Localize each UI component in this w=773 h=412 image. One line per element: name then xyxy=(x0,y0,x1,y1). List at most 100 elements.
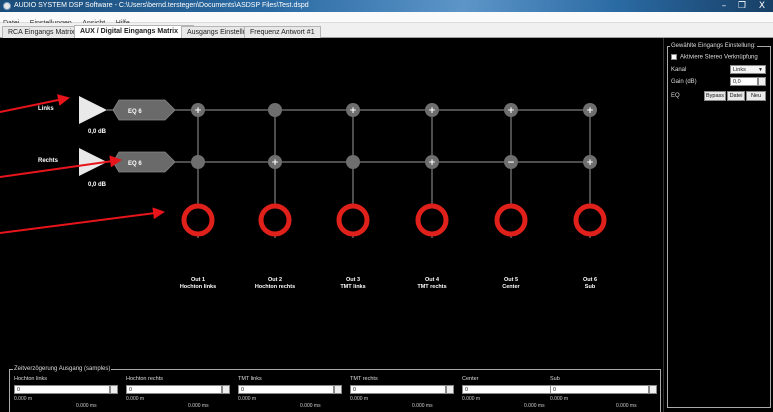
stereo-link-checkbox[interactable] xyxy=(671,54,677,60)
output-number: Out 5 xyxy=(503,277,519,283)
gain-label-rechts: 0,0 dB xyxy=(88,182,107,188)
delay-name: Hochton links xyxy=(14,376,48,382)
delay-name: Sub xyxy=(550,376,560,382)
matrix-node-sign: + xyxy=(428,106,436,116)
delay-hochton-links: Hochton links 0 0.000 m 0.000 ms xyxy=(14,376,119,412)
amp-triangle-rechts[interactable] xyxy=(79,148,107,176)
delay-spinner[interactable] xyxy=(222,385,230,394)
delay-ms: 0.000 ms xyxy=(188,403,209,409)
kanal-select[interactable]: Links ▼ xyxy=(730,65,766,74)
close-button[interactable]: X xyxy=(751,0,773,12)
output-ring-1[interactable] xyxy=(181,203,215,237)
matrix-node-sign: + xyxy=(586,158,594,168)
delay-tmt-links: TMT links 0 0.000 m 0.000 ms xyxy=(238,376,343,412)
output-ring-5[interactable] xyxy=(494,203,528,237)
delay-name: Hochton rechts xyxy=(126,376,163,382)
matrix-node-rechts-out3[interactable] xyxy=(346,155,360,169)
input-settings-panel: Gewählte Eingangs Einstellung: Aktiviere… xyxy=(663,38,773,412)
matrix-node-sign: + xyxy=(428,158,436,168)
eq-block-rechts[interactable] xyxy=(112,151,176,173)
delay-spinner[interactable] xyxy=(649,385,657,394)
output-number: Out 3 xyxy=(345,277,361,283)
minimize-button[interactable]: – xyxy=(715,0,733,12)
matrix-node-rechts-out1[interactable] xyxy=(191,155,205,169)
delay-name: TMT rechts xyxy=(350,376,378,382)
maximize-button[interactable]: ❐ xyxy=(733,0,751,12)
output-label-1: Out 1 Hochton links xyxy=(168,277,228,291)
delay-input[interactable]: 0 xyxy=(550,385,649,394)
delay-ms: 0.000 ms xyxy=(300,403,321,409)
output-label-4: Out 4 TMT rechts xyxy=(402,277,462,291)
delay-ms: 0.000 ms xyxy=(412,403,433,409)
delay-input[interactable]: 0 xyxy=(238,385,334,394)
matrix-node-sign: + xyxy=(586,106,594,116)
amp-triangle-links[interactable] xyxy=(79,96,107,124)
tab-frequenz-antwort[interactable]: Frequenz Antwort #1 xyxy=(244,26,321,38)
eq-block-links[interactable] xyxy=(112,99,176,121)
matrix-svg: EQ 6 EQ 6 + + + + + + + − + xyxy=(79,96,607,238)
delay-hochton-rechts: Hochton rechts 0 0.000 m 0.000 ms xyxy=(126,376,231,412)
output-delay-group: Zeitverzögerung Ausgang (samples) Hochto… xyxy=(9,366,661,412)
tab-label: RCA Eingangs Matrix xyxy=(8,29,75,36)
delay-input[interactable]: 0 xyxy=(462,385,558,394)
output-ring-4[interactable] xyxy=(415,203,449,237)
delay-ms: 0.000 ms xyxy=(76,403,97,409)
output-number: Out 2 xyxy=(267,277,283,283)
matrix-node-links-out2[interactable] xyxy=(268,103,282,117)
stereo-link-label: Aktiviere Stereo Verknüpfung xyxy=(680,54,758,61)
matrix-node-sign: + xyxy=(194,106,202,116)
output-label-5: Out 5 Center xyxy=(481,277,541,291)
matrix-node-sign: − xyxy=(507,158,515,168)
output-number: Out 1 xyxy=(190,277,206,283)
delay-title: Zeitverzögerung Ausgang (samples) xyxy=(13,366,112,372)
tab-rca-matrix[interactable]: RCA Eingangs Matrix xyxy=(2,26,81,38)
bypass-button[interactable]: Bypass xyxy=(704,91,726,101)
delay-meters: 0.000 m xyxy=(462,396,481,402)
delay-spinner[interactable] xyxy=(334,385,342,394)
output-ring-3[interactable] xyxy=(336,203,370,237)
gain-label-links: 0,0 dB xyxy=(88,129,107,135)
kanal-value: Links xyxy=(733,67,746,73)
tab-label: Frequenz Antwort #1 xyxy=(250,29,315,36)
datei-button[interactable]: Datei xyxy=(727,91,745,101)
matrix-canvas: EQ 6 EQ 6 + + + + + + + − + Links Rechts 0,0 dB … xyxy=(0,38,663,412)
stereo-link-row[interactable]: Aktiviere Stereo Verknüpfung xyxy=(671,54,758,61)
output-name: Center xyxy=(502,284,520,290)
gain-spinner[interactable] xyxy=(758,77,766,86)
delay-name: Center xyxy=(462,376,479,382)
gain-label: Gain (dB) xyxy=(671,79,697,85)
gain-input[interactable]: 0,0 xyxy=(730,77,758,86)
output-number: Out 6 xyxy=(582,277,598,283)
output-number: Out 4 xyxy=(424,277,440,283)
neu-button[interactable]: Neu xyxy=(746,91,766,101)
delay-input[interactable]: 0 xyxy=(350,385,446,394)
app-window: AUDIO SYSTEM DSP Software - C:\Users\ber… xyxy=(0,0,773,412)
panel-title: Gewählte Eingangs Einstellung: xyxy=(670,43,757,49)
eq-label-links: EQ 6 xyxy=(128,109,142,115)
delay-ms: 0.000 ms xyxy=(524,403,545,409)
output-name: Hochton links xyxy=(179,284,217,290)
output-label-2: Out 2 Hochton rechts xyxy=(245,277,305,291)
eq-label: EQ xyxy=(671,93,680,99)
delay-input[interactable]: 0 xyxy=(14,385,110,394)
output-name: TMT links xyxy=(340,284,366,290)
tab-aux-digital-matrix[interactable]: AUX / Digital Eingangs Matrix× xyxy=(74,25,195,38)
delay-meters: 0.000 m xyxy=(550,396,569,402)
matrix-node-sign: + xyxy=(349,106,357,116)
output-name: TMT rechts xyxy=(417,284,447,290)
menu-bar: Datei Einstellungen Ansicht Hilfe xyxy=(0,12,773,27)
kanal-label: Kanal xyxy=(671,67,687,73)
delay-input[interactable]: 0 xyxy=(126,385,222,394)
matrix-node-sign: + xyxy=(507,106,515,116)
tab-label: AUX / Digital Eingangs Matrix xyxy=(80,28,179,35)
output-ring-6[interactable] xyxy=(573,203,607,237)
delay-meters: 0.000 m xyxy=(14,396,33,402)
delay-spinner[interactable] xyxy=(446,385,454,394)
output-label-6: Out 6 Sub xyxy=(560,277,620,291)
chevron-down-icon: ▼ xyxy=(758,67,763,73)
output-name: Sub xyxy=(584,284,596,290)
output-ring-2[interactable] xyxy=(258,203,292,237)
delay-spinner[interactable] xyxy=(110,385,118,394)
title-bar: AUDIO SYSTEM DSP Software - C:\Users\ber… xyxy=(0,0,773,12)
matrix-node-sign: + xyxy=(271,158,279,168)
